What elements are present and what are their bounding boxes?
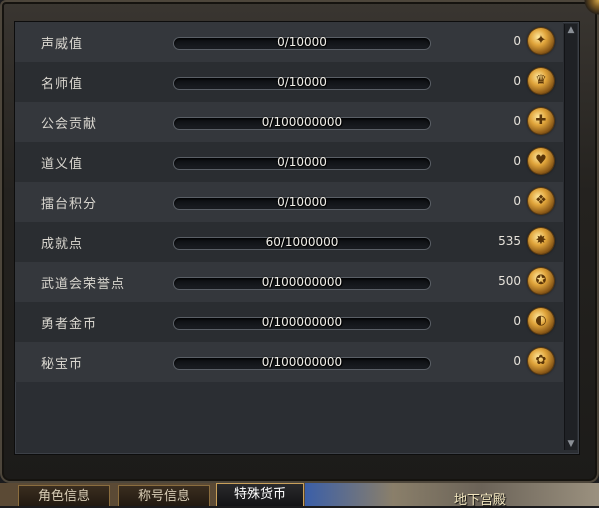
currency-row: 武道会荣誉点 0/100000000 500 ✪ bbox=[15, 262, 563, 302]
currency-progress-bar: 0/10000 bbox=[173, 35, 431, 50]
currency-label: 擂台积分 bbox=[41, 197, 98, 212]
currency-value: 0 bbox=[513, 194, 521, 208]
mentor-emblem-icon[interactable]: ♛ bbox=[528, 68, 554, 94]
currency-row: 道义值 0/10000 0 ♥ bbox=[15, 142, 563, 182]
currency-row: 声威值 0/10000 0 ✦ bbox=[15, 22, 563, 62]
currency-value: 0 bbox=[513, 154, 521, 168]
currency-label: 勇者金币 bbox=[41, 317, 98, 332]
arena-emblem-icon[interactable]: ❖ bbox=[528, 188, 554, 214]
treasure-coin-icon[interactable]: ✿ bbox=[528, 348, 554, 374]
progress-text: 0/100000000 bbox=[261, 275, 343, 289]
currency-row: 勇者金币 0/100000000 0 ◐ bbox=[15, 302, 563, 342]
currency-row: 成就点 60/1000000 535 ✸ bbox=[15, 222, 563, 262]
currency-label: 道义值 bbox=[41, 157, 84, 172]
currency-row: 名师值 0/10000 0 ♛ bbox=[15, 62, 563, 102]
map-location-label: 地下宫殿 bbox=[454, 493, 507, 508]
currency-panel: 声威值 0/10000 0 ✦ 名师值 0/10000 0 ♛ 公会贡献 0/100000000 0… bbox=[14, 21, 580, 455]
progress-text: 0/10000 bbox=[277, 75, 327, 89]
currency-progress-bar: 0/100000000 bbox=[173, 115, 431, 130]
currency-progress-bar: 60/1000000 bbox=[173, 235, 431, 250]
hero-coin-icon[interactable]: ◐ bbox=[528, 308, 554, 334]
currency-value: 535 bbox=[498, 234, 521, 248]
currency-label: 名师值 bbox=[41, 77, 84, 92]
scrollbar[interactable]: ▲ ▼ bbox=[564, 24, 577, 450]
currency-value: 0 bbox=[513, 114, 521, 128]
currency-value: 0 bbox=[513, 314, 521, 328]
currency-label: 武道会荣誉点 bbox=[41, 277, 126, 292]
scroll-down-icon[interactable]: ▼ bbox=[565, 438, 577, 450]
corner-ornament-icon bbox=[575, 0, 599, 22]
currency-progress-bar: 0/10000 bbox=[173, 195, 431, 210]
achievement-emblem-icon[interactable]: ✸ bbox=[528, 228, 554, 254]
progress-text: 0/100000000 bbox=[261, 355, 343, 369]
progress-text: 0/10000 bbox=[277, 35, 327, 49]
currency-label: 成就点 bbox=[41, 237, 84, 252]
game-scene-background bbox=[305, 483, 599, 506]
tab-special-currency[interactable]: 特殊货币 bbox=[216, 483, 304, 506]
currency-progress-bar: 0/10000 bbox=[173, 75, 431, 90]
currency-label: 声威值 bbox=[41, 37, 84, 52]
currency-row: 公会贡献 0/100000000 0 ✚ bbox=[15, 102, 563, 142]
scroll-up-icon[interactable]: ▲ bbox=[565, 24, 577, 36]
currency-list: 声威值 0/10000 0 ✦ 名师值 0/10000 0 ♛ 公会贡献 0/100000000 0… bbox=[15, 22, 563, 382]
currency-value: 0 bbox=[513, 354, 521, 368]
prestige-emblem-icon[interactable]: ✦ bbox=[528, 28, 554, 54]
currency-row: 擂台积分 0/10000 0 ❖ bbox=[15, 182, 563, 222]
honor-emblem-icon[interactable]: ✪ bbox=[528, 268, 554, 294]
currency-row: 秘宝币 0/100000000 0 ✿ bbox=[15, 342, 563, 382]
currency-progress-bar: 0/10000 bbox=[173, 155, 431, 170]
currency-label: 公会贡献 bbox=[41, 117, 98, 132]
currency-value: 0 bbox=[513, 74, 521, 88]
progress-text: 0/100000000 bbox=[261, 315, 343, 329]
progress-text: 0/100000000 bbox=[261, 115, 343, 129]
currency-label: 秘宝币 bbox=[41, 357, 84, 372]
guild-emblem-icon[interactable]: ✚ bbox=[528, 108, 554, 134]
currency-value: 0 bbox=[513, 34, 521, 48]
tab-title-info[interactable]: 称号信息 bbox=[118, 485, 210, 506]
currency-progress-bar: 0/100000000 bbox=[173, 275, 431, 290]
tab-character-info[interactable]: 角色信息 bbox=[18, 485, 110, 506]
currency-value: 500 bbox=[498, 274, 521, 288]
currency-progress-bar: 0/100000000 bbox=[173, 355, 431, 370]
progress-text: 0/10000 bbox=[277, 155, 327, 169]
currency-progress-bar: 0/100000000 bbox=[173, 315, 431, 330]
progress-text: 0/10000 bbox=[277, 195, 327, 209]
progress-text: 60/1000000 bbox=[265, 235, 339, 249]
heart-emblem-icon[interactable]: ♥ bbox=[528, 148, 554, 174]
